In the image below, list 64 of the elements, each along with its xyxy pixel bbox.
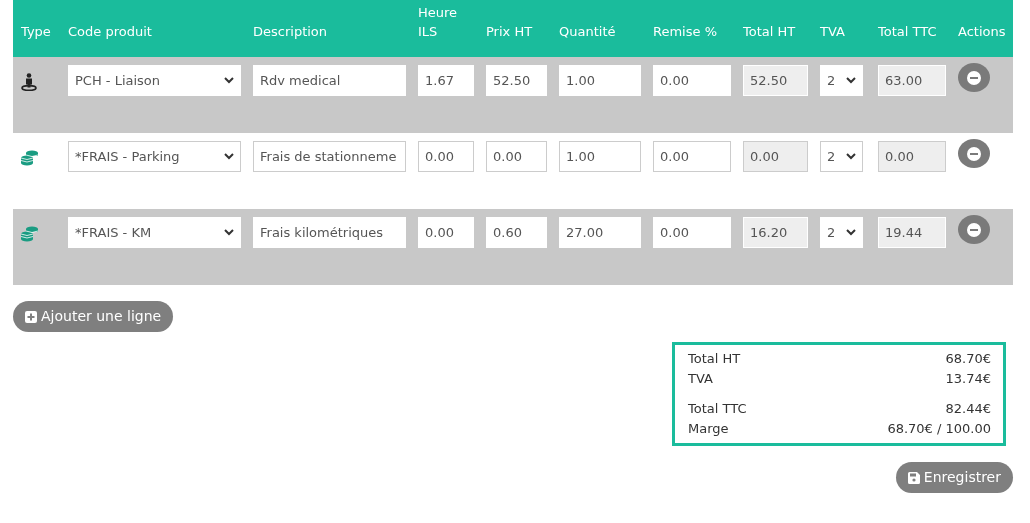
chevron-down-icon [846,77,856,84]
vat-select[interactable]: 2 [820,141,863,172]
number-field[interactable]: 0.00 [653,217,731,248]
total-label: Marge [688,420,729,438]
number-field[interactable]: 1.00 [559,141,641,172]
column-header: Total HT [743,24,796,39]
column-header: Type [21,24,51,39]
number-field[interactable]: 0.00 [653,65,731,96]
total-field[interactable]: 63.00 [878,65,946,96]
description-field[interactable]: Frais de stationneme [253,141,406,172]
remove-button[interactable] [958,63,990,92]
description-field[interactable]: Frais kilométriques [253,217,406,248]
total-value: 68.70€ / 100.00 [887,420,991,438]
minus-icon [967,70,981,85]
number-field[interactable]: 27.00 [559,217,641,248]
remove-button[interactable] [958,215,990,244]
save-button[interactable]: Enregistrer [895,462,1013,493]
chevron-down-icon [224,77,234,84]
total-field[interactable]: 16.20 [743,217,808,248]
number-field[interactable]: 0.00 [653,141,731,172]
product-select[interactable]: *FRAIS - KM [68,217,241,248]
total-field[interactable]: 0.00 [878,141,946,172]
coins-icon [21,225,39,242]
column-header: Quantité [559,24,616,39]
number-field[interactable]: 0.60 [486,217,547,248]
total-label: Total TTC [688,400,747,418]
vat-select[interactable]: 2 [820,65,863,96]
number-field[interactable]: 0.00 [418,141,474,172]
number-field[interactable]: 0.00 [486,141,547,172]
total-value: 13.74€ [945,370,991,388]
minus-icon [967,146,981,161]
number-field[interactable]: 0.00 [418,217,474,248]
total-value: 82.44€ [945,400,991,418]
total-label: Total HT [688,350,741,368]
product-select[interactable]: PCH - Liaison [68,65,241,96]
remove-button[interactable] [958,139,990,168]
coins-icon [21,149,39,166]
total-field[interactable]: 52.50 [743,65,808,96]
column-header: Actions [958,24,1006,39]
column-header: Remise % [653,24,717,39]
product-select[interactable]: *FRAIS - Parking [68,141,241,172]
total-field[interactable]: 0.00 [743,141,808,172]
total-value: 68.70€ [945,350,991,368]
chevron-down-icon [224,153,234,160]
column-header: TVA [820,24,845,39]
number-field[interactable]: 1.00 [559,65,641,96]
chevron-down-icon [846,153,856,160]
vat-select[interactable]: 2 [820,217,863,248]
person-pin-icon [21,72,37,91]
column-header: Prix HT [486,24,533,39]
chevron-down-icon [224,229,234,236]
chevron-down-icon [846,229,856,236]
number-field[interactable]: 1.67 [418,65,474,96]
minus-icon [967,222,981,237]
column-header: Code produit [68,24,152,39]
description-field[interactable]: Rdv medical [253,65,406,96]
add-line-button[interactable]: Ajouter une ligne [13,301,174,332]
total-field[interactable]: 19.44 [878,217,946,248]
total-label: TVA [688,370,713,388]
column-header: Heure ILS [418,5,458,39]
plus-square-icon [25,310,37,323]
column-header: Total TTC [878,24,937,39]
number-field[interactable]: 52.50 [486,65,547,96]
column-header: Description [253,24,328,39]
